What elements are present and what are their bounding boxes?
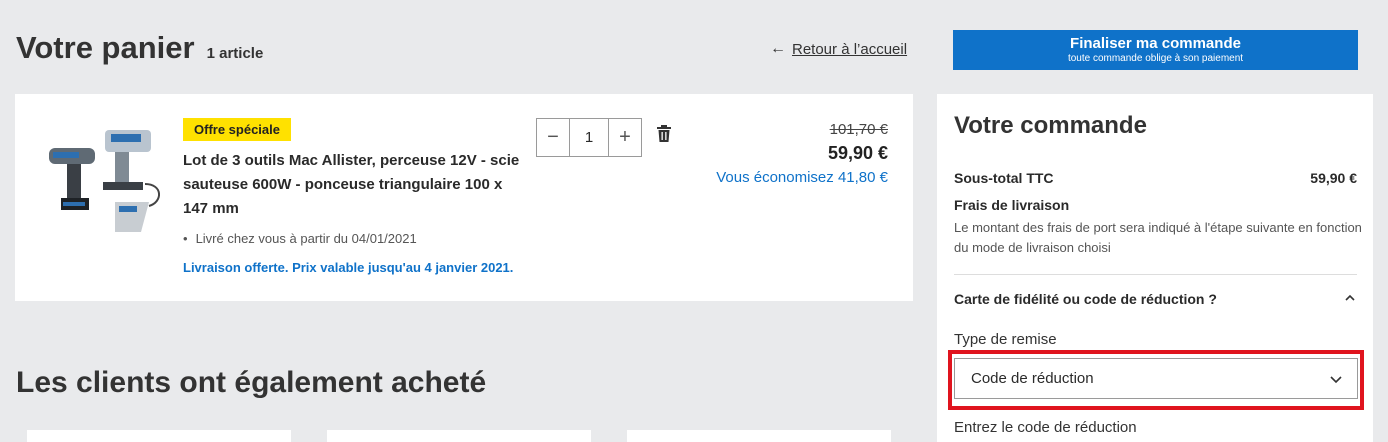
discount-type-label: Type de remise bbox=[954, 331, 1057, 348]
fidelity-code-toggle[interactable]: Carte de fidélité ou code de réduction ? bbox=[954, 291, 1357, 307]
subtotal-row: Sous-total TTC 59,90 € bbox=[954, 170, 1357, 186]
product-name-link[interactable]: Lot de 3 outils Mac Allister, perceuse 1… bbox=[183, 149, 523, 221]
current-price: 59,90 € bbox=[827, 143, 888, 163]
back-home-label: Retour à l’accueil bbox=[792, 40, 908, 58]
chevron-down-icon bbox=[1330, 375, 1342, 383]
discount-type-select[interactable]: Code de réduction bbox=[954, 358, 1358, 399]
quantity-stepper: − 1 + bbox=[536, 118, 642, 157]
arrow-left-icon: ← bbox=[770, 40, 786, 57]
promo-info: Livraison offerte. Prix valable jusqu'au… bbox=[183, 260, 514, 275]
savings-text: Vous économisez 41,80 € bbox=[716, 169, 888, 186]
shipping-title: Frais de livraison bbox=[954, 197, 1070, 213]
page-title: Votre panier bbox=[16, 30, 195, 65]
divider bbox=[954, 274, 1357, 275]
recommendation-card[interactable] bbox=[627, 430, 891, 442]
cart-item-count: 1 article bbox=[206, 45, 264, 62]
delivery-date-text: Livré chez vous à partir du 04/01/2021 bbox=[195, 231, 417, 246]
subtotal-value: 59,90 € bbox=[1310, 170, 1357, 186]
fidelity-code-label: Carte de fidélité ou code de réduction ? bbox=[954, 291, 1217, 307]
trash-icon[interactable] bbox=[656, 125, 672, 143]
bullet-icon: • bbox=[183, 231, 188, 246]
product-image[interactable] bbox=[45, 122, 165, 234]
cart-product-card: Offre spéciale Lot de 3 outils Mac Allis… bbox=[15, 94, 913, 301]
increase-quantity-button[interactable]: + bbox=[609, 119, 641, 156]
cart-header: Votre panier 1 article bbox=[16, 30, 263, 66]
checkout-button-sublabel: toute commande oblige à son paiement bbox=[1067, 53, 1244, 64]
shipping-note: Le montant des frais de port sera indiqu… bbox=[954, 220, 1362, 255]
decrease-quantity-button[interactable]: − bbox=[537, 119, 569, 156]
back-home-link[interactable]: ← Retour à l’accueil bbox=[770, 40, 907, 58]
subtotal-label: Sous-total TTC bbox=[954, 170, 1054, 186]
recommendation-card[interactable] bbox=[27, 430, 291, 442]
enter-code-label: Entrez le code de réduction bbox=[954, 419, 1137, 436]
order-summary-title: Votre commande bbox=[954, 112, 1147, 139]
special-offer-badge: Offre spéciale bbox=[183, 118, 291, 141]
recommendations-title: Les clients ont également acheté bbox=[16, 366, 487, 399]
original-price: 101,70 € bbox=[829, 121, 888, 138]
checkout-button-label: Finaliser ma commande bbox=[1070, 35, 1241, 52]
order-summary-panel: Votre commande Sous-total TTC 59,90 € Fr… bbox=[937, 94, 1373, 442]
checkout-button[interactable]: Finaliser ma commande toute commande obl… bbox=[953, 30, 1358, 70]
delivery-date: • Livré chez vous à partir du 04/01/2021 bbox=[183, 231, 417, 246]
discount-type-value: Code de réduction bbox=[971, 370, 1094, 387]
quantity-value[interactable]: 1 bbox=[569, 119, 609, 156]
recommendation-card[interactable] bbox=[327, 430, 591, 442]
chevron-up-icon bbox=[1345, 294, 1355, 301]
